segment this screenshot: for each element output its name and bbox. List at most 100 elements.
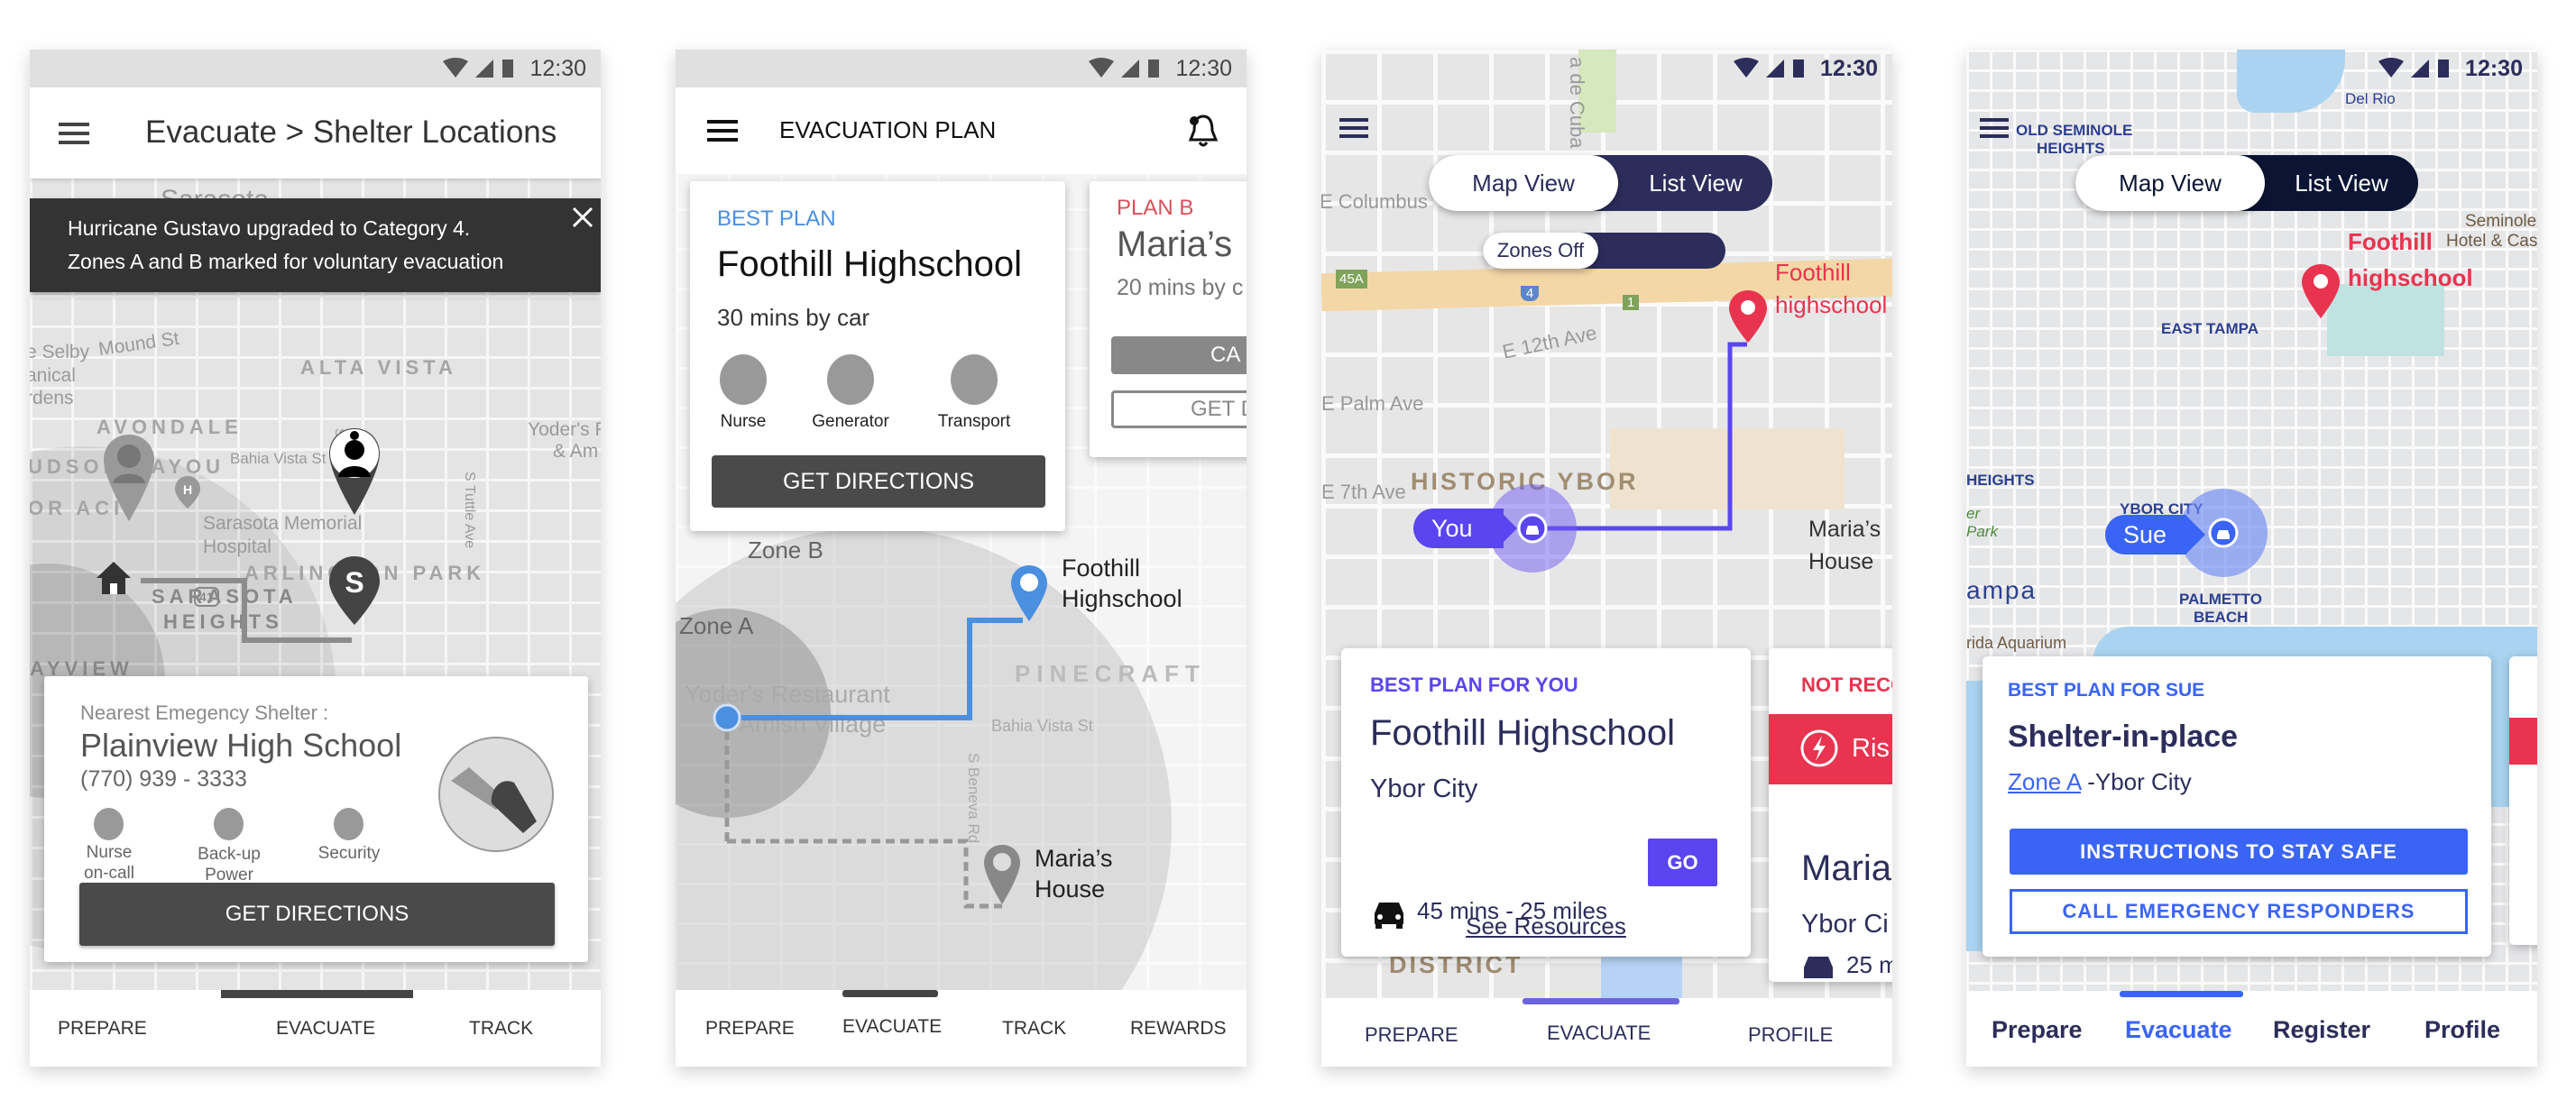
next-plan-card[interactable]	[2509, 656, 2537, 945]
instructions-button[interactable]: INSTRUCTIONS TO STAY SAFE	[2010, 829, 2468, 875]
close-icon[interactable]	[571, 206, 594, 229]
status-icons	[1734, 58, 1805, 78]
status-time: 12:30	[1820, 55, 1878, 81]
list-view-option[interactable]: List View	[1619, 155, 1772, 211]
nav-tab-prepare[interactable]: PREPARE	[1365, 1023, 1458, 1047]
alert-banner: Hurricane Gustavo upgraded to Category 4…	[30, 198, 601, 292]
plan-area: Ybor Ci	[1801, 910, 1889, 939]
nav-active-indicator	[2120, 991, 2243, 997]
plan-tag: PLAN B	[1117, 196, 1194, 220]
nav-active-indicator	[221, 990, 413, 998]
screen-evacuation-plan: Zone B Zone A Yoder's Restaurant & Amish…	[676, 50, 1247, 1067]
amenity-icon	[94, 808, 124, 840]
nav-tab-evacuate[interactable]: Evacuate	[2125, 1016, 2232, 1044]
home-icon[interactable]	[95, 560, 133, 596]
call-emergency-button[interactable]: CALL EMERGENCY RESPONDERS	[2010, 889, 2468, 934]
app-header: Evacuate > Shelter Locations	[30, 87, 601, 179]
nav-tab-evacuate[interactable]: EVACUATE	[276, 1018, 375, 1040]
plan-destination: Foothill Highschool	[717, 244, 1022, 284]
best-plan-card[interactable]: BEST PLAN FOR YOU Foothill Highschool Yb…	[1341, 648, 1751, 957]
current-location-dot	[713, 703, 741, 732]
get-directions-button[interactable]: GET DIRECTIONS	[712, 455, 1045, 508]
destination-label: Foothill	[1062, 554, 1141, 582]
nav-tab-track[interactable]: TRACK	[469, 1018, 533, 1040]
amenity-label: Nurse	[720, 412, 767, 431]
get-directions-button[interactable]: GET D	[1111, 390, 1247, 428]
destination-pin-icon[interactable]	[1009, 564, 1049, 623]
destination-pin-icon[interactable]	[1727, 289, 1769, 344]
amenity-label: Back-up Power	[198, 845, 261, 884]
plan-tag: BEST PLAN FOR SUE	[2008, 680, 2205, 701]
shelter-pin-icon[interactable]: S	[327, 554, 382, 627]
helping-hands-icon	[438, 737, 554, 852]
hospital-icon: H	[175, 476, 200, 509]
call-button[interactable]: CA	[1111, 336, 1247, 374]
status-bar: 12:30	[1966, 50, 2537, 87]
status-icons	[2378, 58, 2450, 78]
nav-active-indicator	[1523, 998, 1679, 1004]
zones-toggle-label[interactable]: Zones Off	[1483, 233, 1598, 269]
status-icons	[443, 58, 514, 78]
map-view-option[interactable]: Map View	[2075, 155, 2265, 211]
plan-area: Ybor City	[1370, 774, 1478, 803]
zones-toggle[interactable]: Zones Off	[1483, 233, 1725, 269]
plan-location: Zone A -Ybor City	[2008, 768, 2192, 796]
menu-icon[interactable]	[59, 123, 89, 144]
shelter-caption: Nearest Emegency Shelter :	[80, 701, 329, 724]
nav-tab-prepare[interactable]: Prepare	[1992, 1016, 2083, 1044]
get-directions-button[interactable]: GET DIRECTIONS	[79, 883, 555, 946]
status-time: 12:30	[1175, 55, 1232, 81]
amenity-label: Security	[317, 844, 381, 863]
nav-tab-register[interactable]: Register	[2273, 1016, 2370, 1044]
user-label-arrow	[2185, 515, 2205, 554]
view-toggle: Map View List View	[1429, 155, 1772, 211]
alt-destination-label: House	[1035, 875, 1106, 903]
plan-travel-time: 30 mins by car	[717, 304, 870, 331]
status-icons	[1089, 58, 1160, 78]
nav-tab-profile[interactable]: PROFILE	[1748, 1023, 1833, 1047]
alt-destination-label: Maria’s	[1808, 517, 1881, 542]
list-view-option[interactable]: List View	[2265, 155, 2418, 211]
nav-tab-track[interactable]: TRACK	[1002, 1018, 1066, 1040]
status-bar: 12:30	[1321, 50, 1892, 87]
destination-label: highschool	[1775, 291, 1888, 318]
destination-label: highschool	[2348, 264, 2473, 291]
zone-link[interactable]: Zone A	[2008, 768, 2081, 795]
person-pin-icon[interactable]	[102, 433, 156, 523]
plan-area: -Ybor City	[2087, 768, 2192, 795]
screen-evacuate-map-you: a de Cuba E Columbus E 12th Ave E Palm A…	[1321, 50, 1892, 1067]
alt-destination-pin-icon[interactable]	[982, 843, 1022, 906]
notification-bell-icon[interactable]	[1188, 113, 1219, 149]
plan-b-card[interactable]: PLAN B Maria’s 20 mins by c CA GET D	[1090, 181, 1247, 457]
plan-title: Shelter-in-place	[2008, 719, 2239, 754]
go-button[interactable]: GO	[1648, 839, 1717, 886]
plan-travel-time: 20 mins by c	[1117, 275, 1244, 300]
menu-icon[interactable]	[1980, 118, 2009, 138]
nav-tab-evacuate[interactable]: EVACUATE	[1547, 1022, 1651, 1045]
svg-text:S: S	[345, 566, 363, 599]
nav-tab-rewards[interactable]: REWARDS	[1130, 1018, 1227, 1040]
plan-tag: BEST PLAN	[717, 206, 836, 231]
menu-icon[interactable]	[1339, 118, 1368, 138]
not-recommended-card[interactable]: NOT RECO Ris Maria Ybor Ci 25 m	[1769, 648, 1892, 982]
shelter-phone[interactable]: (770) 939 - 3333	[80, 766, 247, 793]
screen-shelter-locations: Sarasota e Selby anical rdens Mound St A…	[30, 50, 601, 1067]
nav-tab-evacuate[interactable]: EVACUATE	[842, 1016, 942, 1038]
see-resources-link[interactable]: See Resources	[1341, 912, 1751, 940]
page-title: EVACUATION PLAN	[779, 116, 997, 143]
shelter-card: Nearest Emegency Shelter : Plainview Hig…	[44, 676, 588, 962]
best-plan-card[interactable]: BEST PLAN Foothill Highschool 30 mins by…	[690, 181, 1065, 531]
status-time: 12:30	[529, 55, 586, 81]
risk-label: Ris	[1852, 734, 1890, 763]
map-view-option[interactable]: Map View	[1429, 155, 1618, 211]
destination-label: Highschool	[1062, 585, 1182, 612]
nav-tab-profile[interactable]: Profile	[2424, 1016, 2500, 1044]
responder-pin-icon[interactable]	[327, 426, 382, 517]
nav-tab-prepare[interactable]: PREPARE	[705, 1018, 795, 1040]
best-plan-card[interactable]: BEST PLAN FOR SUE Shelter-in-place Zone …	[1983, 656, 2491, 957]
menu-icon[interactable]	[707, 120, 738, 142]
nav-tab-prepare[interactable]: PREPARE	[58, 1018, 147, 1040]
car-icon	[1804, 957, 1833, 978]
destination-pin-icon[interactable]	[2300, 262, 2341, 320]
plan-tag: BEST PLAN FOR YOU	[1370, 674, 1578, 696]
